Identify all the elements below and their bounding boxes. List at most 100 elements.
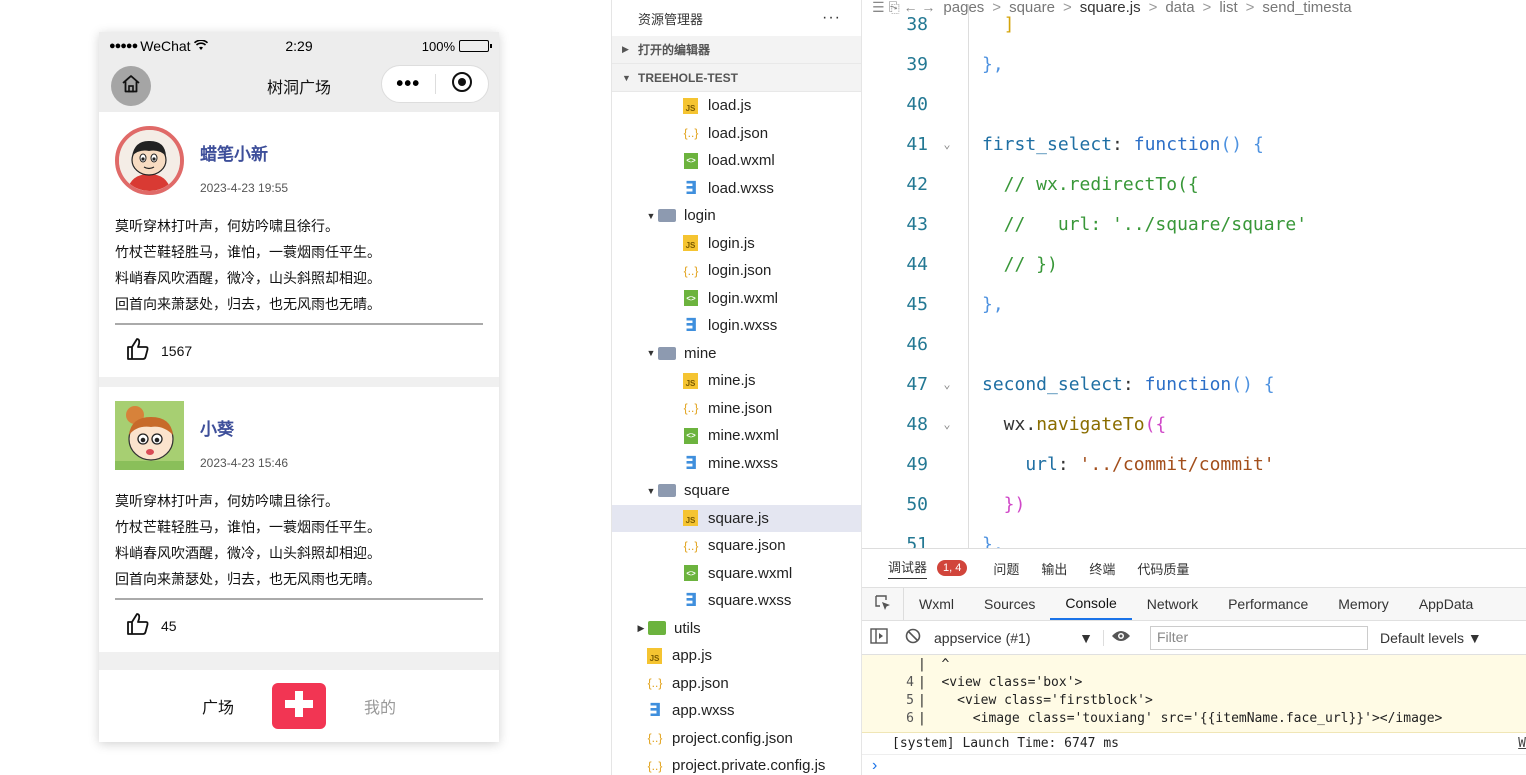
tab-code-quality[interactable]: 代码质量	[1137, 559, 1189, 578]
more-menu-button[interactable]: •••	[382, 73, 435, 96]
file-item[interactable]: ∃ mine.wxss	[612, 450, 861, 478]
code-line[interactable]: 42 // wx.redirectTo({	[862, 164, 1526, 204]
post-card[interactable]: 小葵 2023-4-23 15:46 莫听穿林打叶声，何妨吟啸且徐行。 竹杖芒鞋…	[99, 387, 499, 652]
file-item[interactable]: JS square.js	[612, 504, 861, 532]
close-program-button[interactable]	[436, 71, 489, 98]
inspect-element-button[interactable]	[862, 588, 904, 620]
file-item[interactable]: {..} login.json	[612, 257, 861, 285]
post-time: 2023-4-23 15:46	[200, 456, 289, 470]
file-item[interactable]: {..} app.json	[612, 670, 861, 698]
code-line[interactable]: 43 // url: '../square/square'	[862, 204, 1526, 244]
thumbs-up-icon[interactable]	[125, 336, 151, 367]
file-item[interactable]: <> load.wxml	[612, 147, 861, 175]
line-number: 47	[906, 373, 928, 395]
devtools-tab-network[interactable]: Network	[1132, 588, 1213, 620]
file-item[interactable]: JS login.js	[612, 230, 861, 258]
file-name: login.wxml	[708, 289, 779, 307]
code-line[interactable]: 48 ⌄ wx.navigateTo({	[862, 404, 1526, 444]
username[interactable]: 蜡笔小新	[200, 140, 288, 165]
code-text: url: '../commit/commit'	[960, 454, 1274, 475]
code-token: :	[1122, 373, 1145, 395]
filter-input[interactable]: Filter	[1150, 625, 1368, 650]
folder-item[interactable]: ▼ square	[612, 477, 861, 505]
post-card[interactable]: 蜡笔小新 2023-4-23 19:55 莫听穿林打叶声，何妨吟啸且徐行。 竹杖…	[99, 112, 499, 377]
home-button[interactable]	[111, 66, 151, 106]
code-line[interactable]: 51},	[862, 524, 1526, 549]
fold-chevron-icon[interactable]: ⌄	[934, 377, 960, 391]
post-meta: 蜡笔小新 2023-4-23 19:55	[200, 126, 288, 195]
folder-item[interactable]: ▼ mine	[612, 340, 861, 368]
code-line[interactable]: 39},	[862, 44, 1526, 84]
file-item[interactable]: {..} load.json	[612, 120, 861, 148]
code-line[interactable]: 50 })	[862, 484, 1526, 524]
file-item[interactable]: {..} square.json	[612, 532, 861, 560]
code-line[interactable]: 40	[862, 84, 1526, 124]
code-token: wx.	[982, 413, 1037, 435]
file-name: square	[684, 482, 730, 500]
tab-problems[interactable]: 问题	[993, 559, 1019, 578]
file-name: app.wxss	[672, 702, 735, 720]
code-line[interactable]: 41 ⌄ first_select: function() {	[862, 124, 1526, 164]
file-item[interactable]: ∃ square.wxss	[612, 587, 861, 615]
code-area[interactable]: 38 ] 39}, 40 41 ⌄ first_select: function() {4…	[862, 4, 1526, 548]
source-link[interactable]: W	[1518, 736, 1526, 751]
file-name: login	[684, 207, 716, 225]
content-line: 莫听穿林打叶声，何妨吟啸且徐行。	[115, 218, 339, 234]
file-name: square.wxss	[708, 592, 792, 610]
wxml-file-icon: <>	[684, 290, 698, 307]
file-item[interactable]: JS app.js	[612, 642, 861, 670]
devtools-tab-wxml[interactable]: Wxml	[904, 588, 969, 620]
file-item[interactable]: ∃ login.wxss	[612, 312, 861, 340]
file-item[interactable]: {..} project.config.json	[612, 725, 861, 753]
devtools-tab-sources[interactable]: Sources	[969, 588, 1050, 620]
username[interactable]: 小葵	[200, 415, 288, 440]
toggle-sidebar-button[interactable]	[862, 628, 896, 647]
tab-debugger[interactable]: 调试器	[888, 557, 928, 579]
devtools-tab-performance[interactable]: Performance	[1213, 588, 1323, 620]
fold-chevron-icon[interactable]: ⌄	[934, 137, 960, 151]
code-line[interactable]: 38 ]	[862, 4, 1526, 44]
folder-item[interactable]: ▼ login	[612, 202, 861, 230]
post-footer: 1567	[115, 325, 483, 377]
file-item[interactable]: JS mine.js	[612, 367, 861, 395]
code-line[interactable]: 49 url: '../commit/commit'	[862, 444, 1526, 484]
file-item[interactable]: <> mine.wxml	[612, 422, 861, 450]
tab-output[interactable]: 输出	[1041, 559, 1067, 578]
code-line[interactable]: 44 // })	[862, 244, 1526, 284]
file-name: square.wxml	[708, 564, 793, 582]
thumbs-up-icon[interactable]	[125, 611, 151, 642]
console-line-number: 6	[906, 711, 914, 726]
file-item[interactable]: <> login.wxml	[612, 285, 861, 313]
tab-square[interactable]: 广场	[168, 694, 268, 718]
devtools-tab-appdata[interactable]: AppData	[1404, 588, 1488, 620]
live-expression-button[interactable]	[1104, 629, 1138, 646]
clear-console-button[interactable]	[896, 628, 930, 647]
wxss-file-icon: ∃	[684, 315, 698, 336]
file-item[interactable]: ∃ load.wxss	[612, 175, 861, 203]
log-levels-dropdown[interactable]: Default levels ▼	[1380, 630, 1482, 646]
file-item[interactable]: {..} project.private.config.js	[612, 752, 861, 775]
code-token: ({	[1144, 413, 1167, 435]
tab-mine[interactable]: 我的	[330, 694, 430, 718]
add-post-button[interactable]	[272, 683, 326, 729]
file-item[interactable]: ∃ app.wxss	[612, 697, 861, 725]
open-editors-section[interactable]: ▶ 打开的编辑器	[612, 36, 861, 64]
code-line[interactable]: 45},	[862, 284, 1526, 324]
context-selector[interactable]: appservice (#1) ▼	[934, 629, 1104, 646]
tab-terminal[interactable]: 终端	[1089, 559, 1115, 578]
like-count: 45	[161, 618, 177, 634]
project-section[interactable]: ▼ TREEHOLE-TEST	[612, 64, 861, 92]
file-item[interactable]: {..} mine.json	[612, 395, 861, 423]
file-item[interactable]: JS load.js	[612, 92, 861, 120]
devtools-tab-memory[interactable]: Memory	[1323, 588, 1404, 620]
devtools-tab-console[interactable]: Console	[1050, 588, 1132, 620]
fold-chevron-icon[interactable]: ⌄	[934, 417, 960, 431]
chevron-right-icon: ▶	[637, 622, 645, 633]
console-prompt[interactable]: ›	[862, 755, 1526, 775]
code-line[interactable]: 46	[862, 324, 1526, 364]
file-item[interactable]: <> square.wxml	[612, 560, 861, 588]
folder-item[interactable]: ▶ utils	[612, 615, 861, 643]
dropdown-icon: ▼	[1079, 629, 1093, 646]
code-line[interactable]: 47 ⌄ second_select: function() {	[862, 364, 1526, 404]
explorer-more-button[interactable]: ···	[822, 9, 841, 27]
